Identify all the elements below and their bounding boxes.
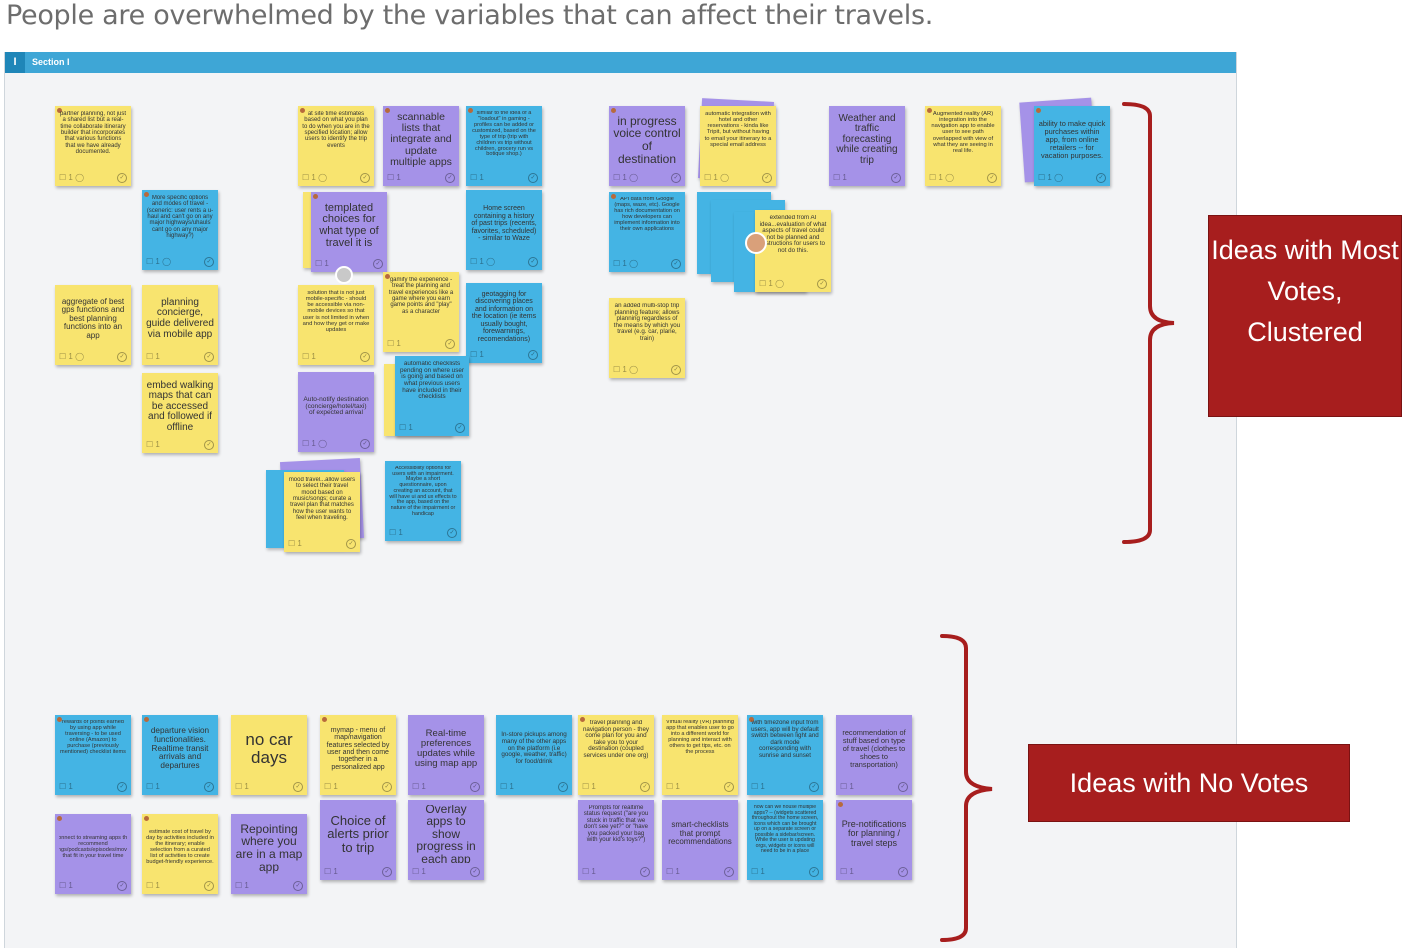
right-bracket-bottom (940, 634, 993, 942)
vote-check-icon[interactable]: ✓ (762, 173, 772, 183)
vote-check-icon[interactable]: ✓ (360, 352, 370, 362)
vote-check-icon[interactable]: ✓ (671, 259, 681, 269)
sticky-note[interactable]: templated choices for what type of trave… (311, 192, 387, 272)
right-bracket-top (1122, 102, 1175, 544)
page-headline: People are overwhelmed by the variables … (6, 0, 933, 31)
sticky-note[interactable]: departure vision functionalities. Realti… (142, 715, 218, 795)
vote-check-icon[interactable]: ✓ (671, 365, 681, 375)
sticky-note[interactable]: recommendation of stuff based on type of… (836, 715, 912, 795)
vote-check-icon[interactable]: ✓ (204, 440, 214, 450)
sticky-note[interactable]: gamify the experience - treat the planni… (383, 272, 459, 352)
vote-check-icon[interactable]: ✓ (293, 881, 303, 891)
sticky-note[interactable]: mymap - menu of map/navigation features … (320, 715, 396, 795)
vote-check-icon[interactable]: ✓ (724, 867, 734, 877)
sticky-note[interactable]: Prompts for realtime status request ("ar… (578, 800, 654, 880)
sticky-note[interactable]: geotagging for discovering places and in… (466, 283, 542, 363)
sticky-note[interactable]: Augmented reality (AR) integration into … (925, 106, 1001, 186)
sticky-note[interactable]: Accessibility options for users with an … (385, 461, 461, 541)
sticky-note[interactable]: scannable lists that integrate and updat… (383, 106, 459, 186)
vote-check-icon[interactable]: ✓ (455, 423, 465, 433)
sticky-note[interactable]: In-store pickups among many of the other… (496, 715, 572, 795)
vote-check-icon[interactable]: ✓ (117, 782, 127, 792)
sticky-note[interactable]: partner planning, not just a shared list… (55, 106, 131, 186)
sticky-note[interactable]: in progress voice control of destination… (609, 106, 685, 186)
sticky-note[interactable]: embed walking maps that can be accessed … (142, 373, 218, 453)
vote-check-icon[interactable]: ✓ (809, 867, 819, 877)
sticky-note[interactable]: mood travel...allow users to select thei… (284, 472, 360, 552)
sticky-note[interactable]: Virtual reality (VR) planning app that e… (662, 715, 738, 795)
sticky-note[interactable]: travel planning and navigation person - … (578, 715, 654, 795)
vote-check-icon[interactable]: ✓ (117, 173, 127, 183)
vote-check-icon[interactable]: ✓ (445, 339, 455, 349)
sticky-note[interactable]: solution that is not just mobile-specifi… (298, 285, 374, 365)
vote-check-icon[interactable]: ✓ (204, 352, 214, 362)
section-header-bar[interactable]: I Section I (5, 52, 1236, 73)
vote-check-icon[interactable]: ✓ (528, 350, 538, 360)
vote-check-icon[interactable]: ✓ (346, 539, 356, 549)
sticky-note[interactable]: Repointing where you are in a map app ☐ 1… (231, 814, 307, 894)
vote-check-icon[interactable]: ✓ (987, 173, 997, 183)
sticky-note[interactable]: Connect to streaming apps that recommend… (55, 814, 131, 894)
vote-check-icon[interactable]: ✓ (1096, 173, 1106, 183)
vote-check-icon[interactable]: ✓ (382, 867, 392, 877)
sticky-note[interactable]: automatic checklists pending on where us… (395, 356, 469, 436)
user-avatar[interactable] (745, 232, 767, 254)
vote-check-icon[interactable]: ✓ (360, 439, 370, 449)
vote-check-icon[interactable]: ✓ (117, 881, 127, 891)
sticky-note[interactable]: aggregate of best gps functions and best… (55, 285, 131, 365)
vote-check-icon[interactable]: ✓ (724, 782, 734, 792)
sticky-note[interactable]: More specific options and modes of trave… (142, 190, 218, 270)
vote-check-icon[interactable]: ✓ (470, 867, 480, 877)
sticky-note[interactable]: Weather and traffic forecasting while cr… (829, 106, 905, 186)
callout-most-votes: Ideas with Most Votes, Clustered (1208, 215, 1402, 417)
vote-check-icon[interactable]: ✓ (204, 257, 214, 267)
vote-check-icon[interactable]: ✓ (382, 782, 392, 792)
sticky-note[interactable]: similar to the idea of a "loadout" in ga… (466, 106, 542, 186)
vote-check-icon[interactable]: ✓ (898, 867, 908, 877)
sticky-note[interactable]: no car days ☐ 1 ✓ (231, 715, 307, 795)
vote-check-icon[interactable]: ✓ (640, 867, 650, 877)
vote-check-icon[interactable]: ✓ (528, 173, 538, 183)
sticky-note[interactable]: estimate cost of travel by day by activi… (142, 814, 218, 894)
vote-check-icon[interactable]: ✓ (445, 173, 455, 183)
vote-check-icon[interactable]: ✓ (898, 782, 908, 792)
sticky-note[interactable]: Auto-notify destination (concierge/hotel… (298, 372, 374, 452)
sticky-note[interactable]: automatic integration with hotel and oth… (700, 106, 776, 186)
sticky-note[interactable]: ability to make quick purchases within a… (1034, 106, 1110, 186)
sticky-note[interactable]: planning concierge, guide delivered via … (142, 285, 218, 365)
sticky-note[interactable]: at site time estimates based on what you… (298, 106, 374, 186)
vote-check-icon[interactable]: ✓ (671, 173, 681, 183)
vote-check-icon[interactable]: ✓ (204, 782, 214, 792)
vote-check-icon[interactable]: ✓ (373, 259, 383, 269)
sticky-note[interactable]: smart-checklists that prompt recommendat… (662, 800, 738, 880)
user-avatar[interactable] (335, 266, 353, 284)
vote-check-icon[interactable]: ✓ (528, 257, 538, 267)
sticky-note[interactable]: with timezone input from users, app will… (747, 715, 823, 795)
vote-check-icon[interactable]: ✓ (204, 881, 214, 891)
vote-check-icon[interactable]: ✓ (558, 782, 568, 792)
vote-check-icon[interactable]: ✓ (809, 782, 819, 792)
vote-check-icon[interactable]: ✓ (117, 352, 127, 362)
section-title[interactable]: Section I (32, 52, 70, 73)
vote-check-icon[interactable]: ✓ (817, 279, 827, 289)
vote-check-icon[interactable]: ✓ (447, 528, 457, 538)
vote-check-icon[interactable]: ✓ (640, 782, 650, 792)
callout-no-votes: Ideas with No Votes (1028, 744, 1350, 822)
sticky-note[interactable]: Overlay apps to show progress in each ap… (408, 800, 484, 880)
sticky-note[interactable]: API data from Google (maps, waze, etc). … (609, 192, 685, 272)
vote-check-icon[interactable]: ✓ (293, 782, 303, 792)
vote-check-icon[interactable]: ✓ (891, 173, 901, 183)
sticky-note[interactable]: Pre-notifications for planning / travel … (836, 800, 912, 880)
vote-check-icon[interactable]: ✓ (360, 173, 370, 183)
section-handle[interactable]: I (5, 52, 25, 73)
sticky-note[interactable]: extended from AI idea...evaluation of wh… (755, 210, 831, 292)
sticky-note[interactable]: how can we house multiple apps? -- (widg… (747, 800, 823, 880)
sticky-note[interactable]: Real-time preferences updates while usin… (408, 715, 484, 795)
sticky-note[interactable]: Home screen containing a history of past… (466, 190, 542, 270)
sticky-note[interactable]: rewards or points earned by using app wh… (55, 715, 131, 795)
sticky-note[interactable]: an added multi-stop trip planning featur… (609, 298, 685, 378)
vote-check-icon[interactable]: ✓ (470, 782, 480, 792)
sticky-note[interactable]: Choice of alerts prior to trip ☐ 1 ✓ (320, 800, 396, 880)
